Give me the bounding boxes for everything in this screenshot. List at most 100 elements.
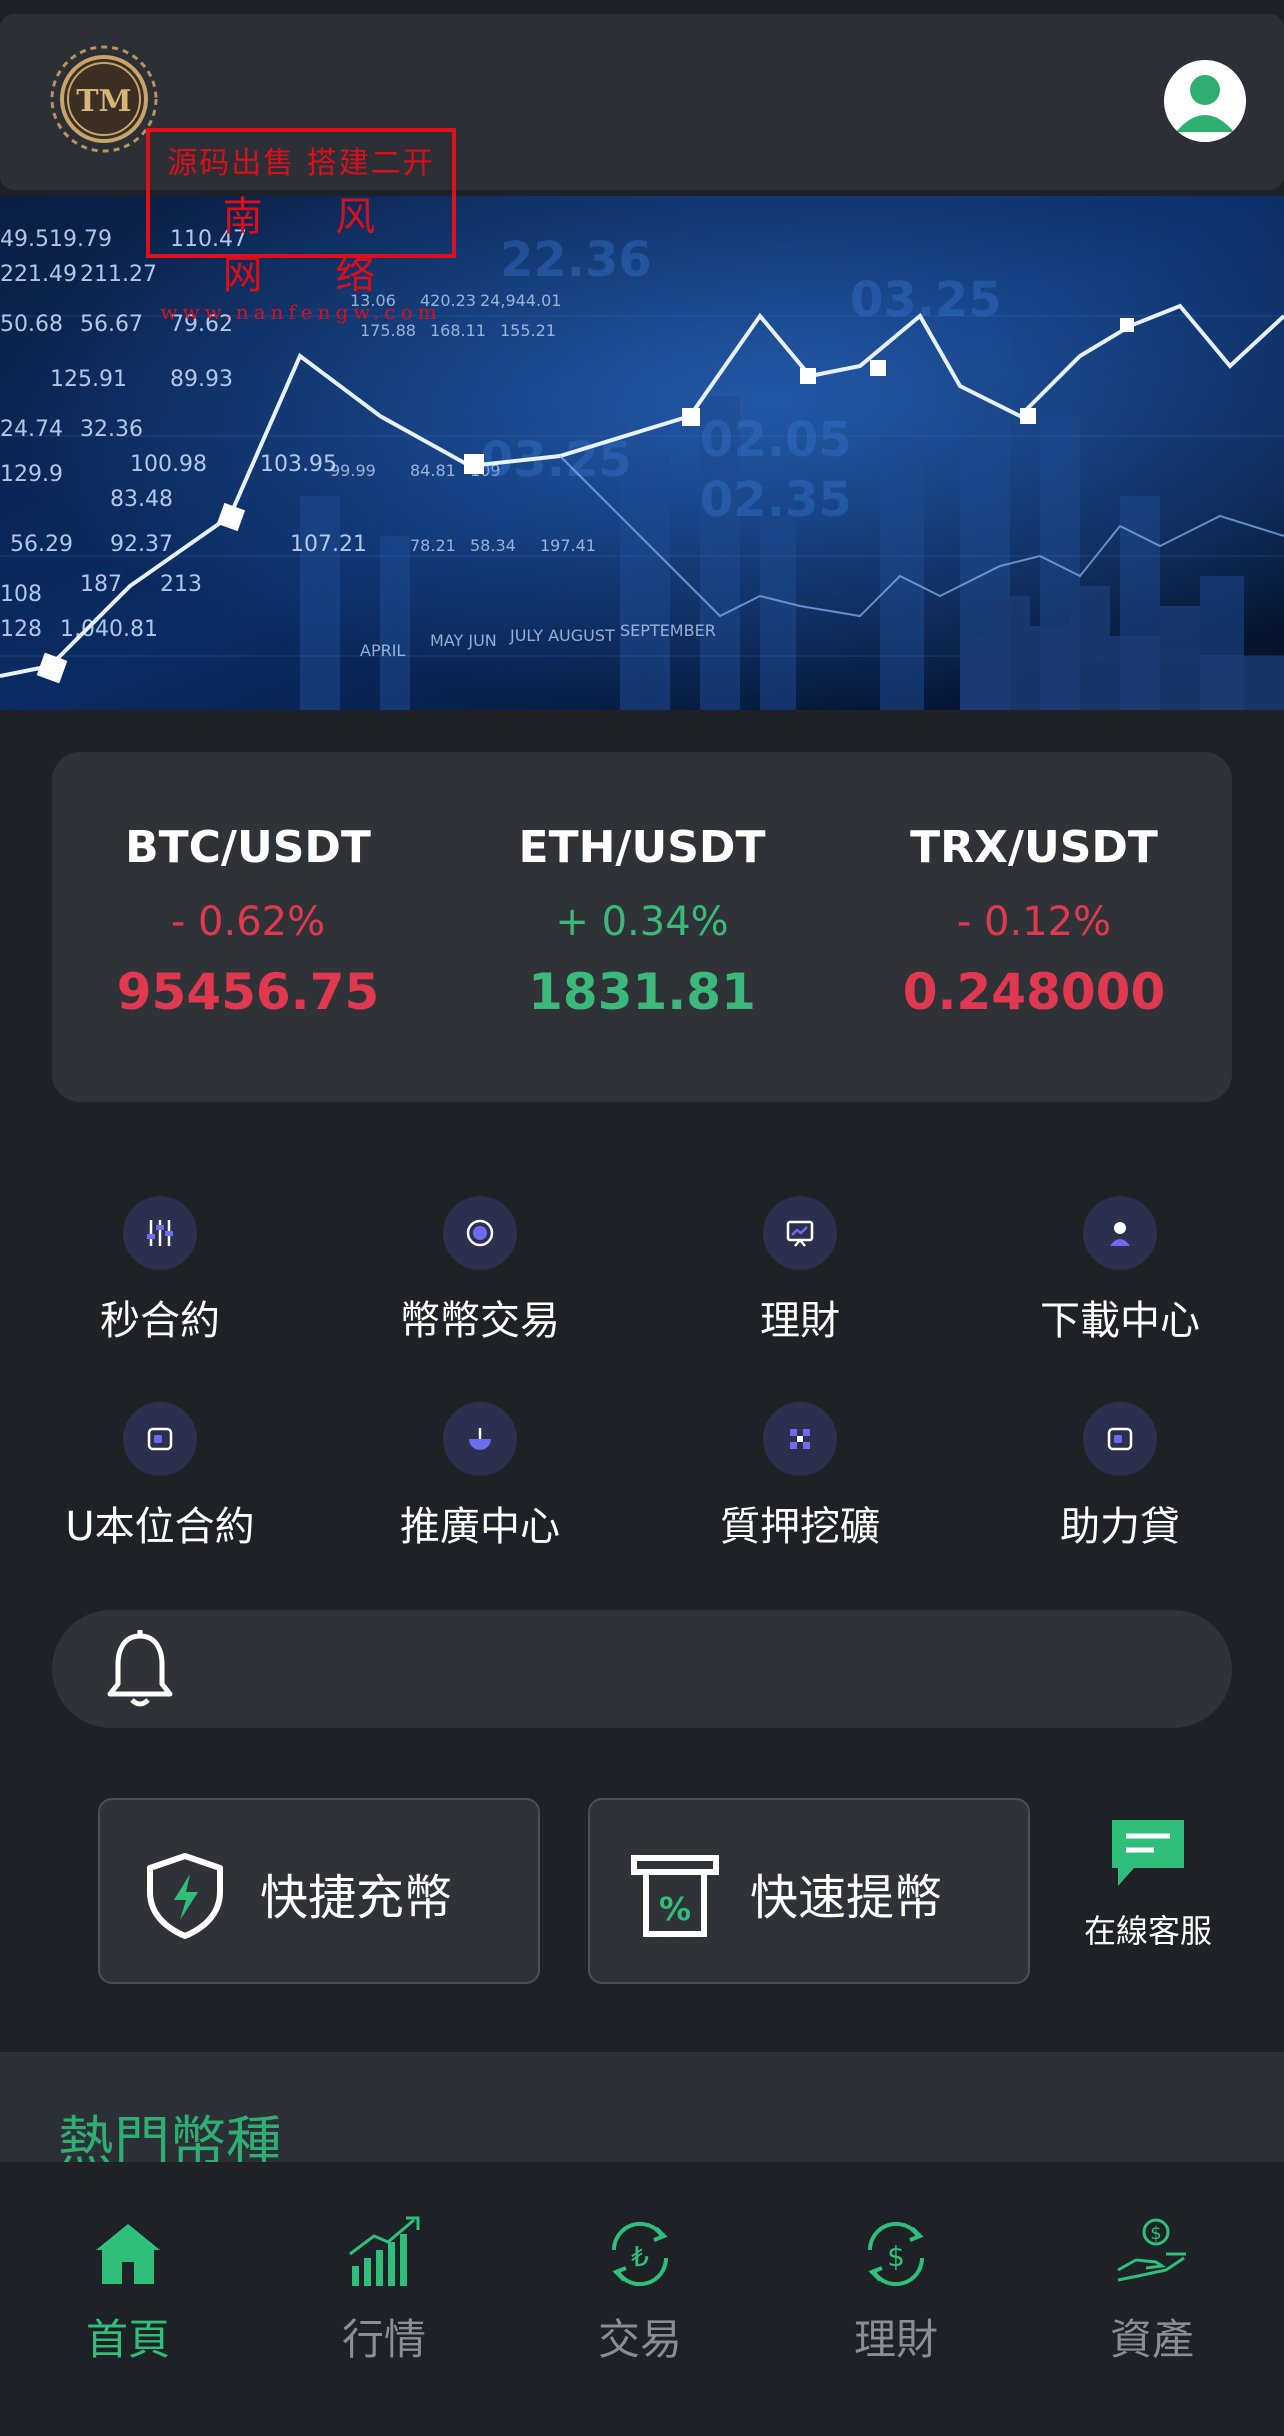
user-download-icon xyxy=(1083,1196,1157,1270)
feature-label: U本位合約 xyxy=(65,1504,255,1550)
feature-label: 推廣中心 xyxy=(400,1504,560,1550)
svg-text:MAY JUN: MAY JUN xyxy=(430,631,497,650)
svg-text:₺: ₺ xyxy=(631,2240,649,2273)
feature-label: 理財 xyxy=(760,1298,840,1344)
svg-text:78.21: 78.21 xyxy=(410,536,456,555)
quick-withdraw-button[interactable]: % 快速提幣 xyxy=(588,1798,1030,1984)
svg-text:129.9: 129.9 xyxy=(0,462,63,487)
quick-withdraw-label: 快速提幣 xyxy=(750,1870,943,1926)
watermark-line-1: 源码出售 搭建二开 xyxy=(167,146,435,181)
feature-download-center[interactable]: 下載中心 xyxy=(960,1196,1280,1346)
watermark-line-2: 南 风 网 络 xyxy=(222,194,406,298)
svg-text:APRIL: APRIL xyxy=(360,641,405,660)
ticker-pair: BTC/USDT xyxy=(125,822,371,873)
svg-text:56.67: 56.67 xyxy=(80,312,143,337)
svg-text:03.25: 03.25 xyxy=(850,272,1002,328)
sliders-icon xyxy=(123,1196,197,1270)
promotion-icon xyxy=(443,1402,517,1476)
feature-label: 質押挖礦 xyxy=(720,1504,880,1550)
withdraw-receipt-icon: % xyxy=(630,1850,720,1940)
feature-promotion-center[interactable]: 推廣中心 xyxy=(320,1402,640,1552)
svg-text:56.29: 56.29 xyxy=(10,532,73,557)
tab-assets[interactable]: $ 資產 xyxy=(1052,2214,1252,2367)
svg-text:107.21: 107.21 xyxy=(290,532,367,557)
market-chart-icon xyxy=(349,2216,420,2286)
bell-icon xyxy=(100,1628,180,1712)
feature-label: 秒合約 xyxy=(100,1298,220,1344)
ticker-change: - 0.12% xyxy=(956,899,1112,945)
svg-text:1,040.81: 1,040.81 xyxy=(60,617,158,642)
feature-coin-trading[interactable]: 幣幣交易 xyxy=(320,1196,640,1346)
feature-loan[interactable]: 助力貸 xyxy=(960,1402,1280,1552)
svg-text:$: $ xyxy=(887,2240,905,2273)
presentation-icon xyxy=(763,1196,837,1270)
bottom-tab-bar: 首頁 行情 ₺ 交易 $ 理財 $ 資產 xyxy=(0,2162,1284,2436)
online-service-button[interactable]: 在線客服 xyxy=(1078,1816,1218,1952)
home-icon xyxy=(96,2224,160,2284)
feature-label: 幣幣交易 xyxy=(400,1298,560,1344)
ticker-change: + 0.34% xyxy=(555,899,729,945)
svg-text:89.93: 89.93 xyxy=(170,367,233,392)
finance-icon: $ xyxy=(867,2221,925,2287)
tab-home[interactable]: 首頁 xyxy=(28,2214,228,2367)
svg-text:83.48: 83.48 xyxy=(110,487,173,512)
ticker-pair: ETH/USDT xyxy=(518,822,766,873)
svg-text:155.21: 155.21 xyxy=(500,321,556,340)
ticker-btc[interactable]: BTC/USDT - 0.62% 95456.75 xyxy=(68,822,428,1021)
ticker-eth[interactable]: ETH/USDT + 0.34% 1831.81 xyxy=(462,822,822,1021)
svg-text:49.519.79: 49.519.79 xyxy=(0,227,112,252)
tab-label: 交易 xyxy=(597,2315,682,2364)
svg-text:$: $ xyxy=(1150,2223,1161,2244)
svg-text:125.91: 125.91 xyxy=(50,367,127,392)
circle-icon xyxy=(443,1196,517,1270)
svg-text:100.98: 100.98 xyxy=(130,452,207,477)
logo-text: TM xyxy=(76,84,132,119)
exchange-icon: ₺ xyxy=(611,2221,669,2287)
wallet-icon xyxy=(1083,1402,1157,1476)
ticker-trx[interactable]: TRX/USDT - 0.12% 0.248000 xyxy=(854,822,1214,1021)
svg-text:99.99: 99.99 xyxy=(330,461,376,480)
tab-label: 行情 xyxy=(341,2315,426,2364)
svg-text:24.74: 24.74 xyxy=(0,417,63,442)
feature-label: 下載中心 xyxy=(1040,1298,1200,1344)
ticker-price: 95456.75 xyxy=(116,963,380,1021)
tab-label: 資產 xyxy=(1109,2315,1194,2364)
feature-finance[interactable]: 理財 xyxy=(640,1196,960,1346)
feature-u-contract[interactable]: U本位合約 xyxy=(0,1402,320,1552)
tab-trade[interactable]: ₺ 交易 xyxy=(540,2214,740,2367)
shield-bolt-icon xyxy=(140,1850,230,1940)
ticker-change: - 0.62% xyxy=(170,899,326,945)
svg-text:22.36: 22.36 xyxy=(500,232,652,288)
svg-text:SEPTEMBER: SEPTEMBER xyxy=(620,621,716,640)
svg-text:221.49: 221.49 xyxy=(0,262,77,287)
ticker-pair: TRX/USDT xyxy=(910,822,1158,873)
svg-text:213: 213 xyxy=(160,572,202,597)
svg-text:24,944.01: 24,944.01 xyxy=(480,291,561,310)
svg-text:108: 108 xyxy=(0,582,42,607)
quick-deposit-button[interactable]: 快捷充幣 xyxy=(98,1798,540,1984)
svg-text:JULY AUGUST: JULY AUGUST xyxy=(509,626,615,645)
tab-finance[interactable]: $ 理財 xyxy=(796,2214,996,2367)
chat-icon xyxy=(1112,1820,1184,1886)
tab-label: 理財 xyxy=(853,2315,938,2364)
avatar[interactable] xyxy=(1164,60,1246,142)
svg-text:84.81: 84.81 xyxy=(410,461,456,480)
svg-text:187: 187 xyxy=(80,572,122,597)
tab-market[interactable]: 行情 xyxy=(284,2214,484,2367)
svg-text:02.05: 02.05 xyxy=(700,412,852,468)
mining-icon xyxy=(763,1402,837,1476)
announcement-bar[interactable] xyxy=(52,1610,1232,1728)
svg-text:50.68: 50.68 xyxy=(0,312,63,337)
feature-second-contract[interactable]: 秒合約 xyxy=(0,1196,320,1346)
watermark-stamp: 源码出售 搭建二开 南 风 网 络 www.nanfengw.com xyxy=(146,128,456,324)
svg-text:58.34: 58.34 xyxy=(470,536,516,555)
watermark-line-3: www.nanfengw.com xyxy=(160,300,442,324)
assets-icon: $ xyxy=(1117,2218,1186,2282)
svg-text:197.41: 197.41 xyxy=(540,536,596,555)
svg-text:103.95: 103.95 xyxy=(260,452,337,477)
feature-staking-mining[interactable]: 質押挖礦 xyxy=(640,1402,960,1552)
svg-text:32.36: 32.36 xyxy=(80,417,143,442)
ticker-price: 0.248000 xyxy=(902,963,1166,1021)
svg-text:02.35: 02.35 xyxy=(700,472,852,528)
svg-text:%: % xyxy=(659,1890,691,1928)
